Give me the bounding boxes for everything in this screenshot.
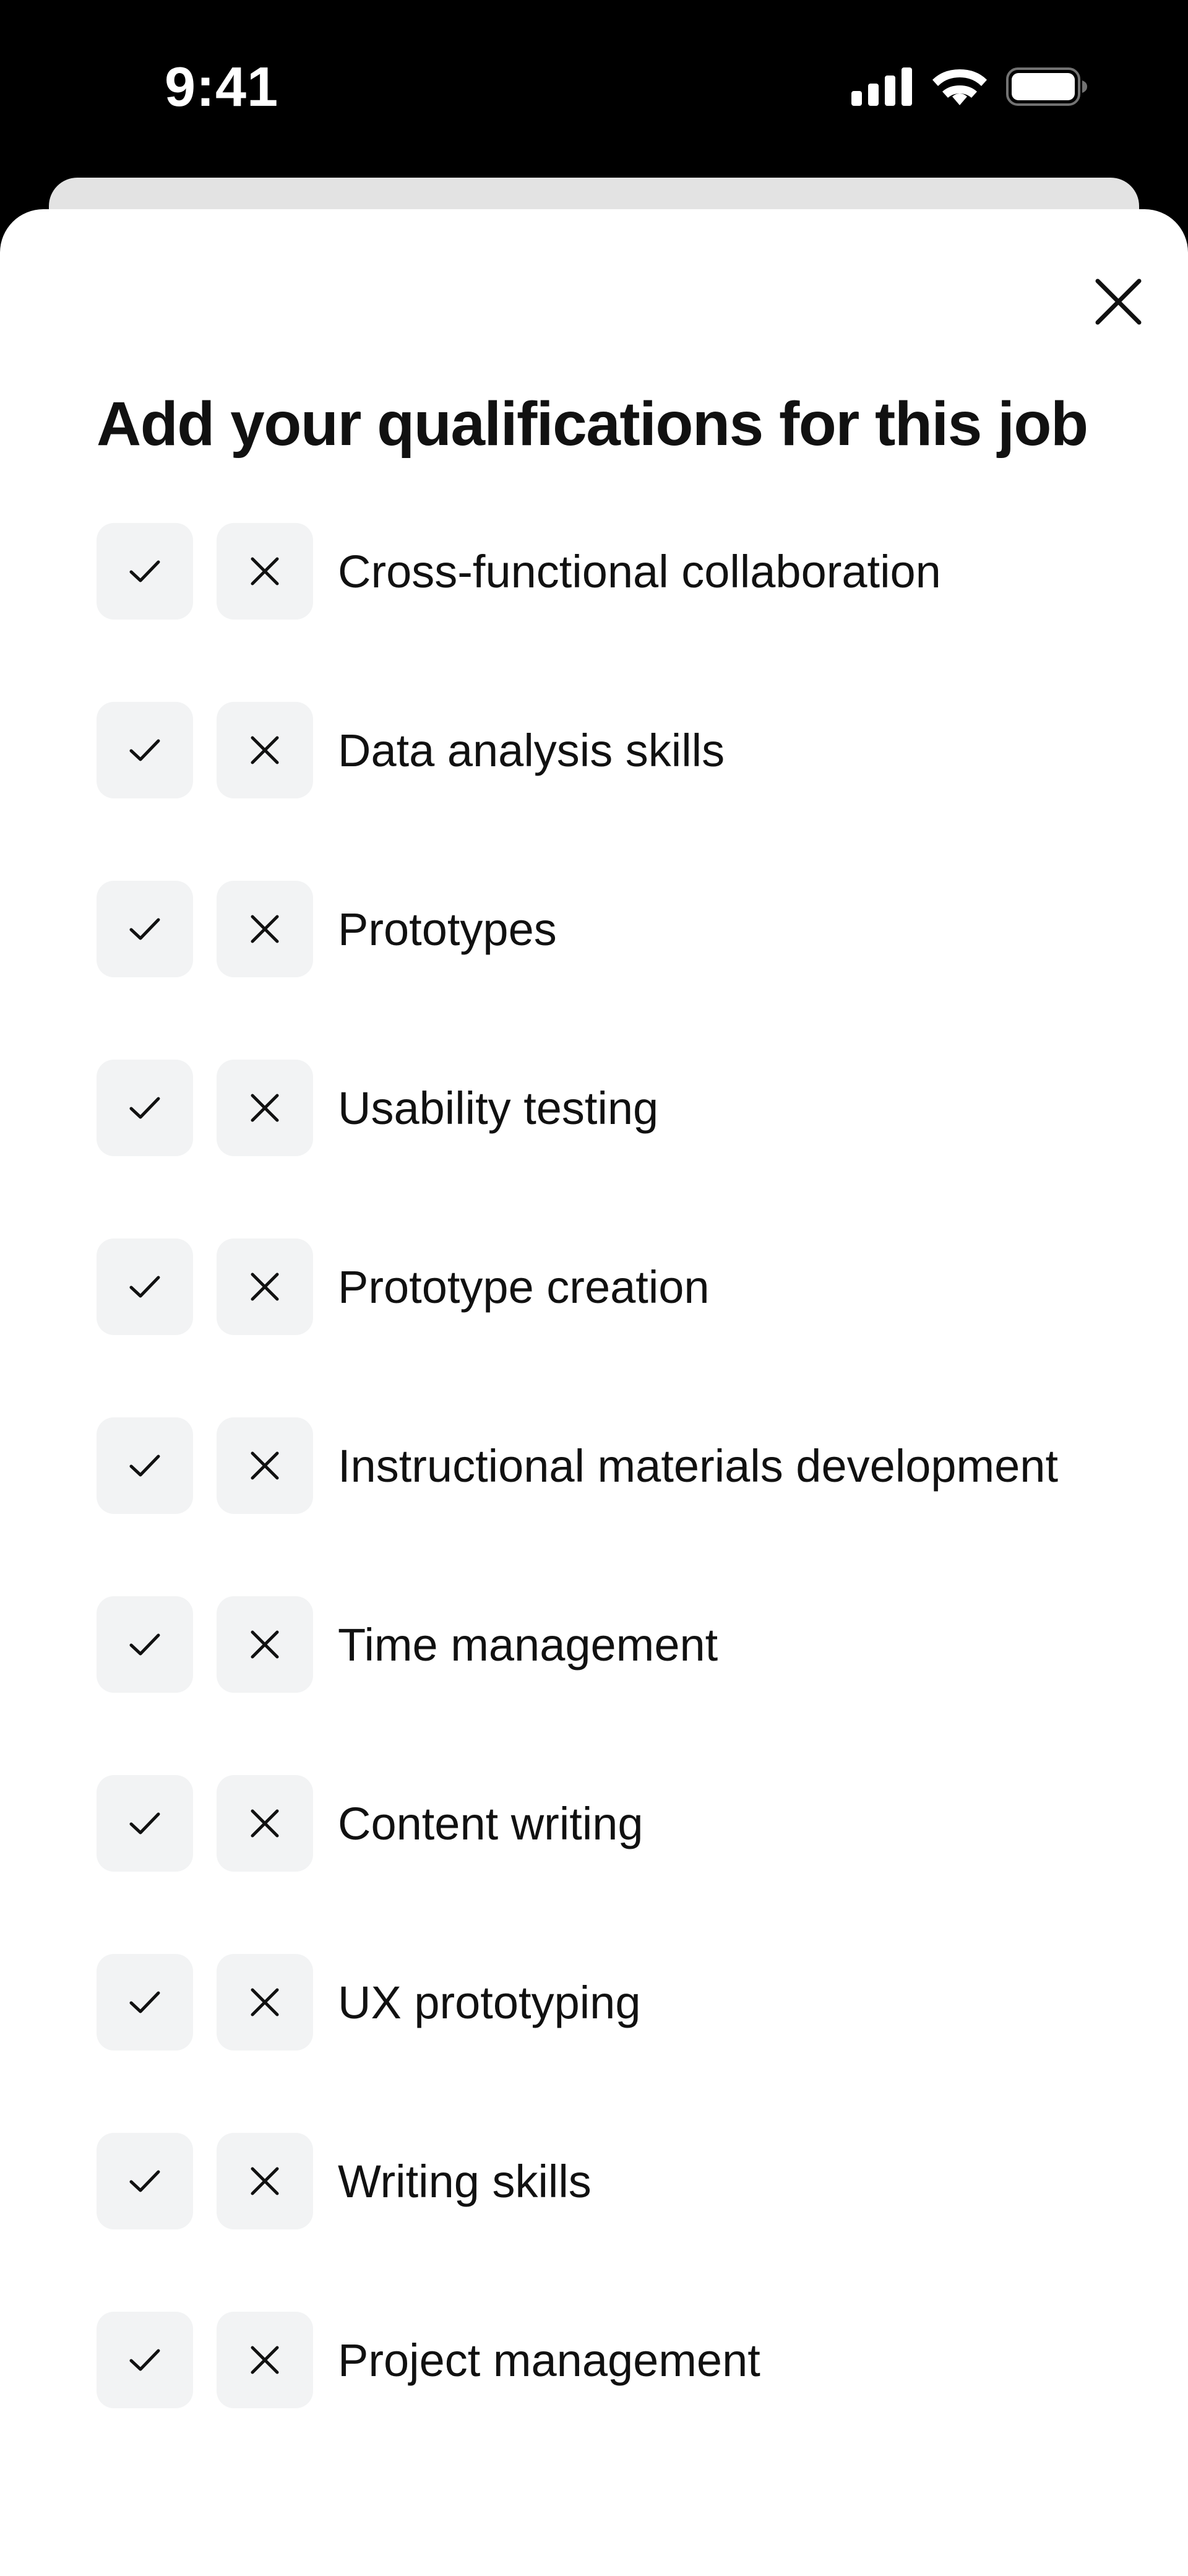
qualification-label: Usability testing <box>338 1082 659 1134</box>
confirm-qualification-button[interactable] <box>97 1238 193 1335</box>
qualification-item: Prototypes <box>97 881 1148 977</box>
qualification-item: Usability testing <box>97 1060 1148 1156</box>
qualification-item: Data analysis skills <box>97 702 1148 798</box>
confirm-qualification-button[interactable] <box>97 1596 193 1693</box>
confirm-qualification-button[interactable] <box>97 2133 193 2229</box>
close-icon <box>251 557 279 586</box>
reject-qualification-button[interactable] <box>217 1954 313 2051</box>
check-icon <box>129 739 160 761</box>
confirm-qualification-button[interactable] <box>97 1417 193 1514</box>
check-icon <box>129 2170 160 2192</box>
check-icon <box>129 1454 160 1477</box>
confirm-qualification-button[interactable] <box>97 1954 193 2051</box>
close-button[interactable] <box>1095 279 1142 325</box>
reject-qualification-button[interactable] <box>217 702 313 798</box>
reject-qualification-button[interactable] <box>217 2312 313 2408</box>
qualification-item: Cross-functional collaboration <box>97 523 1148 620</box>
confirm-qualification-button[interactable] <box>97 1775 193 1872</box>
reject-qualification-button[interactable] <box>217 1417 313 1514</box>
confirm-qualification-button[interactable] <box>97 702 193 798</box>
reject-qualification-button[interactable] <box>217 1060 313 1156</box>
qualification-label: Prototype creation <box>338 1261 710 1313</box>
reject-qualification-button[interactable] <box>217 1596 313 1693</box>
wifi-icon <box>932 69 987 105</box>
reject-qualification-button[interactable] <box>217 523 313 620</box>
close-icon <box>251 1094 279 1122</box>
reject-qualification-button[interactable] <box>217 2133 313 2229</box>
reject-qualification-button[interactable] <box>217 1238 313 1335</box>
qualification-label: Writing skills <box>338 2155 592 2207</box>
qualification-item: Content writing <box>97 1775 1148 1872</box>
close-icon <box>251 1630 279 1659</box>
qualification-item: Time management <box>97 1596 1148 1693</box>
check-icon <box>129 1991 160 2013</box>
battery-icon <box>1006 67 1087 106</box>
qualification-label: Content writing <box>338 1797 644 1849</box>
qualification-item: Writing skills <box>97 2133 1148 2229</box>
qualification-label: UX prototyping <box>338 1976 641 2028</box>
page-title: Add your qualifications for this job <box>97 389 1088 459</box>
qualification-item: Prototype creation <box>97 1238 1148 1335</box>
qualification-label: Prototypes <box>338 903 557 955</box>
qualification-label: Cross-functional collaboration <box>338 545 941 597</box>
close-icon <box>251 1988 279 2016</box>
close-icon <box>1095 279 1142 325</box>
close-icon <box>251 736 279 764</box>
qualification-item: Project management <box>97 2312 1148 2408</box>
confirm-qualification-button[interactable] <box>97 881 193 977</box>
qualification-label: Data analysis skills <box>338 724 725 776</box>
qualification-label: Instructional materials development <box>338 1440 1059 1492</box>
check-icon <box>129 1633 160 1656</box>
close-icon <box>251 2167 279 2195</box>
cellular-signal-icon <box>851 67 912 106</box>
check-icon <box>129 1097 160 1119</box>
qualification-item: UX prototyping <box>97 1954 1148 2051</box>
reject-qualification-button[interactable] <box>217 1775 313 1872</box>
confirm-qualification-button[interactable] <box>97 1060 193 1156</box>
reject-qualification-button[interactable] <box>217 881 313 977</box>
check-icon <box>129 1812 160 1835</box>
close-icon <box>251 2346 279 2374</box>
check-icon <box>129 560 160 582</box>
confirm-qualification-button[interactable] <box>97 523 193 620</box>
qualification-label: Time management <box>338 1619 718 1671</box>
close-icon <box>251 1809 279 1838</box>
close-icon <box>251 1451 279 1480</box>
check-icon <box>129 1276 160 1298</box>
status-icons <box>851 67 1088 106</box>
status-time: 9:41 <box>165 56 279 118</box>
check-icon <box>129 918 160 940</box>
qualification-label: Project management <box>338 2334 760 2386</box>
qualification-item: Instructional materials development <box>97 1417 1148 1514</box>
close-icon <box>251 915 279 943</box>
status-bar: 9:41 <box>0 0 1188 176</box>
close-icon <box>251 1273 279 1301</box>
confirm-qualification-button[interactable] <box>97 2312 193 2408</box>
check-icon <box>129 2349 160 2371</box>
